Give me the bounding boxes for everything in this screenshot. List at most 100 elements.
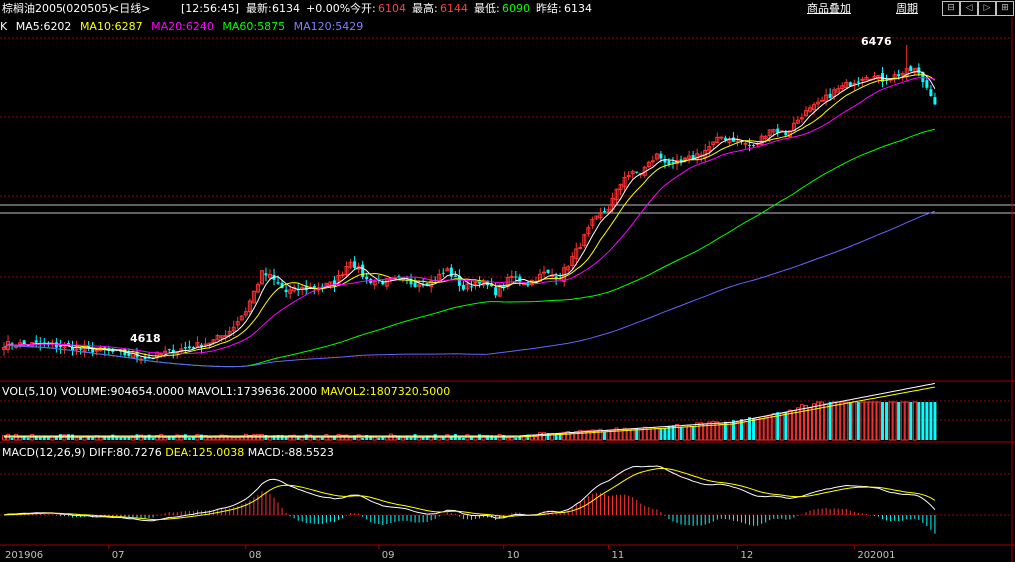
volume-bar xyxy=(638,429,643,441)
diff-value: DIFF:80.7276 xyxy=(89,446,162,459)
candle-body xyxy=(635,171,639,173)
latest-value: 6134 xyxy=(272,2,300,15)
volume-bar xyxy=(868,401,873,441)
volume-bar xyxy=(707,421,712,441)
volume-bar xyxy=(622,427,627,441)
volume-bar xyxy=(130,437,135,441)
ma60-label: MA60:5875 xyxy=(222,20,286,33)
vol-value: VOLUME:904654.0000 xyxy=(60,385,184,398)
candle-body xyxy=(743,142,748,145)
volume-bar xyxy=(735,421,740,441)
volume-bar xyxy=(695,422,700,441)
low-value: 6090 xyxy=(502,2,530,15)
volume-bar xyxy=(417,437,422,441)
scroll-left-button[interactable]: ◁ xyxy=(960,1,978,16)
volume-bar xyxy=(187,437,191,440)
volume-bar xyxy=(123,437,127,440)
x-tick-label: 201906 xyxy=(5,550,43,561)
high-value: 6144 xyxy=(440,2,468,15)
volume-bar xyxy=(300,436,305,441)
volume-bar xyxy=(211,435,216,441)
candle-body xyxy=(650,160,655,163)
volume-bar xyxy=(876,401,881,441)
candle-body xyxy=(723,137,727,140)
candle-body xyxy=(34,340,38,343)
candle-body xyxy=(94,349,99,352)
volume-bar xyxy=(824,403,829,441)
candle-body xyxy=(542,271,547,274)
volume-bar xyxy=(82,435,87,441)
volume-bar xyxy=(767,414,772,441)
candle-body xyxy=(925,80,929,88)
high-label: 最高: xyxy=(412,2,438,15)
candle-body xyxy=(365,276,369,280)
volume-bar xyxy=(683,426,688,441)
x-axis-labels: 201906 07 08 09 10 11 12 202001 xyxy=(5,545,896,561)
candle-body xyxy=(494,287,498,296)
high-annotation: 6476 xyxy=(861,35,892,48)
candle-body xyxy=(469,286,473,288)
candle-body xyxy=(909,66,913,72)
volume-bar xyxy=(119,437,123,440)
volume-bar xyxy=(437,436,442,441)
mavol1-value: MAVOL1:1739636.2000 xyxy=(187,385,318,398)
volume-bar xyxy=(836,401,841,441)
price-legend: K MA5:6202 MA10:6287 MA20:6240 MA60:5875… xyxy=(0,20,368,33)
volume-bar xyxy=(731,420,735,440)
candle-body xyxy=(933,97,937,105)
volume-bar xyxy=(799,404,804,441)
candle-body xyxy=(284,289,288,292)
volume-bar xyxy=(840,401,845,441)
volume-bar xyxy=(784,411,788,440)
open-value: 6104 xyxy=(378,2,406,15)
candle-body xyxy=(159,353,164,356)
volume-bar xyxy=(151,437,155,440)
volume-legend: VOL(5,10) VOLUME:904654.0000 MAVOL1:1739… xyxy=(2,385,450,398)
candle-body xyxy=(752,145,756,147)
volume-bar xyxy=(654,428,659,441)
candle-body xyxy=(167,349,171,351)
candle-body xyxy=(748,144,752,146)
candle-body xyxy=(361,264,365,278)
volume-bar xyxy=(679,426,683,440)
volume-bar xyxy=(885,402,889,440)
volume-bar xyxy=(743,420,748,441)
candle-body xyxy=(546,269,550,273)
volume-bar xyxy=(348,437,353,441)
macd-legend: MACD(12,26,9) DIFF:80.7276 DEA:125.0038 … xyxy=(2,446,334,459)
zoom-in-button[interactable]: ⊞ xyxy=(996,1,1014,16)
volume-bar xyxy=(864,401,869,441)
kline-chart: 201906 07 08 09 10 11 12 202001 xyxy=(0,17,1015,562)
volume-bar xyxy=(912,401,917,441)
volume-bar xyxy=(759,418,764,441)
change-percent: +0.00% xyxy=(306,2,351,15)
cycle-link[interactable]: 周期 xyxy=(896,0,918,17)
candle-body xyxy=(340,274,345,277)
ma10-label: MA10:6287 xyxy=(79,20,143,33)
volume-bar xyxy=(537,432,542,441)
symbol-name: 棕榈油2005 xyxy=(2,2,63,15)
volume-bar xyxy=(791,410,796,441)
volume-bar xyxy=(917,402,921,440)
prev-settle-label: 昨结: xyxy=(536,2,562,15)
volume-bar xyxy=(207,437,212,441)
volume-bar xyxy=(191,437,195,440)
zoom-out-button[interactable]: ⊟ xyxy=(942,1,960,16)
candle-body xyxy=(667,160,671,165)
volume-bar xyxy=(361,437,365,440)
k-label: K xyxy=(0,20,8,33)
volume-bar xyxy=(860,401,865,441)
x-tick-label: 09 xyxy=(382,550,395,561)
scroll-right-button[interactable]: ▷ xyxy=(978,1,996,16)
ma60-line xyxy=(3,128,936,368)
ma5-label: MA5:6202 xyxy=(15,20,72,33)
candle-body xyxy=(897,74,901,77)
candle-body xyxy=(183,347,187,349)
candle-body xyxy=(820,99,825,102)
add-product-link[interactable]: 商品叠加 xyxy=(807,0,851,17)
candle-body xyxy=(860,78,865,81)
macd-value: MACD:-88.5523 xyxy=(247,446,334,459)
x-tick-label: 202001 xyxy=(857,550,895,561)
candle-body xyxy=(353,261,357,268)
candle-body xyxy=(578,247,583,250)
